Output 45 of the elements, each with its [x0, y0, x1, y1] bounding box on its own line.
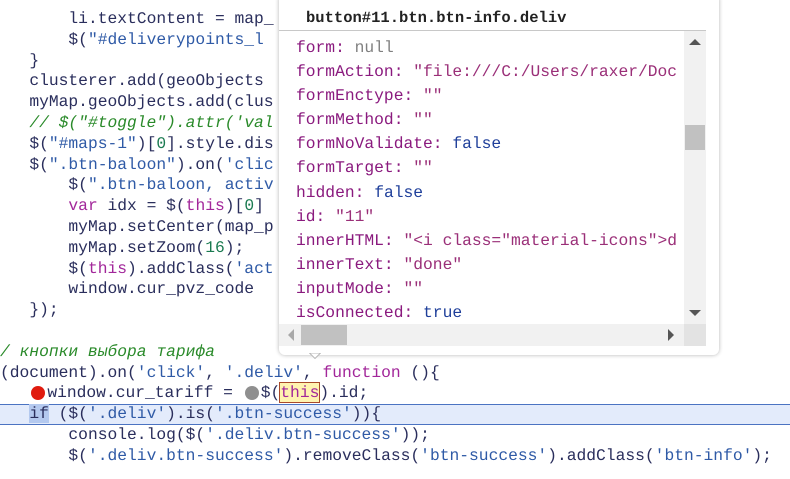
code-line: $(".btn-baloon, activ	[67, 175, 274, 196]
code-line: $(this).addClass('act	[67, 258, 274, 280]
vertical-scrollbar[interactable]	[684, 31, 706, 324]
code-line: $('.deliv.btn-success').removeClass('btn-success').addClass('btn-info');	[67, 446, 772, 467]
inline-breakpoint-icon[interactable]	[244, 386, 259, 400]
property-row-text: formMethod: ""	[296, 109, 433, 132]
code-line: myMap.geoObjects.add(clus	[28, 92, 274, 113]
code-line: console.log($('.deliv.btn-success'));	[67, 424, 430, 446]
scroll-right-icon[interactable]	[668, 329, 674, 341]
scroll-left-icon[interactable]	[288, 329, 294, 341]
property-row-text: form: null	[296, 37, 394, 59]
scroll-down-icon[interactable]	[689, 310, 701, 316]
code-line: clusterer.add(geoObjects	[28, 71, 264, 92]
property-row-text: hidden: false	[296, 182, 424, 204]
code-line: $("#deliverypoints_l	[67, 30, 264, 51]
code-line: });	[28, 300, 59, 321]
property-row-text: id: "11"	[296, 206, 374, 228]
popover-title: button#11.btn.btn-info.deliv	[306, 8, 568, 29]
code-line: li.textContent = map_	[67, 9, 274, 30]
property-row-text: formTarget: ""	[296, 157, 433, 180]
code-text: window.cur_tariff =	[47, 383, 234, 404]
code-line: / кнопки выбора тарифа	[0, 342, 215, 363]
code-line: $("#maps-1")[0].style.dis	[28, 134, 274, 155]
property-row-text: formEnctype: ""	[296, 85, 443, 108]
code-line: $(".btn-baloon").on('clic	[28, 154, 274, 176]
property-row-text: formNoValidate: false	[296, 133, 502, 156]
scrollbar-thumb[interactable]	[685, 125, 705, 150]
horizontal-scrollbar[interactable]	[279, 324, 684, 346]
code-line: (document).on('click', '.deliv', function (){	[0, 362, 440, 384]
code-line: }	[28, 50, 40, 72]
code-line: // $("#toggle").attr('val	[28, 112, 274, 134]
scrollbar-thumb[interactable]	[301, 325, 347, 345]
property-row-text: innerHTML: "<i class="material-icons">d	[296, 230, 678, 252]
property-row-text: innerText: "done"	[296, 254, 462, 276]
code-text: $(this).id;	[260, 383, 368, 404]
code-line: myMap.setCenter(map_p	[67, 216, 274, 238]
scroll-up-icon[interactable]	[689, 39, 701, 45]
property-row-text: formAction: "file:///C:/Users/raxer/Doc	[296, 61, 678, 84]
code-line: var idx = $(this)[0]	[67, 196, 264, 217]
code-line: myMap.setZoom(16);	[67, 238, 244, 259]
scrollbar-corner	[684, 324, 706, 346]
property-row-text: isConnected: true	[296, 302, 462, 324]
breakpoint-icon[interactable]	[31, 386, 46, 400]
property-row-text: inputMode: ""	[296, 278, 424, 300]
code-line: window.cur_pvz_code	[67, 279, 254, 300]
